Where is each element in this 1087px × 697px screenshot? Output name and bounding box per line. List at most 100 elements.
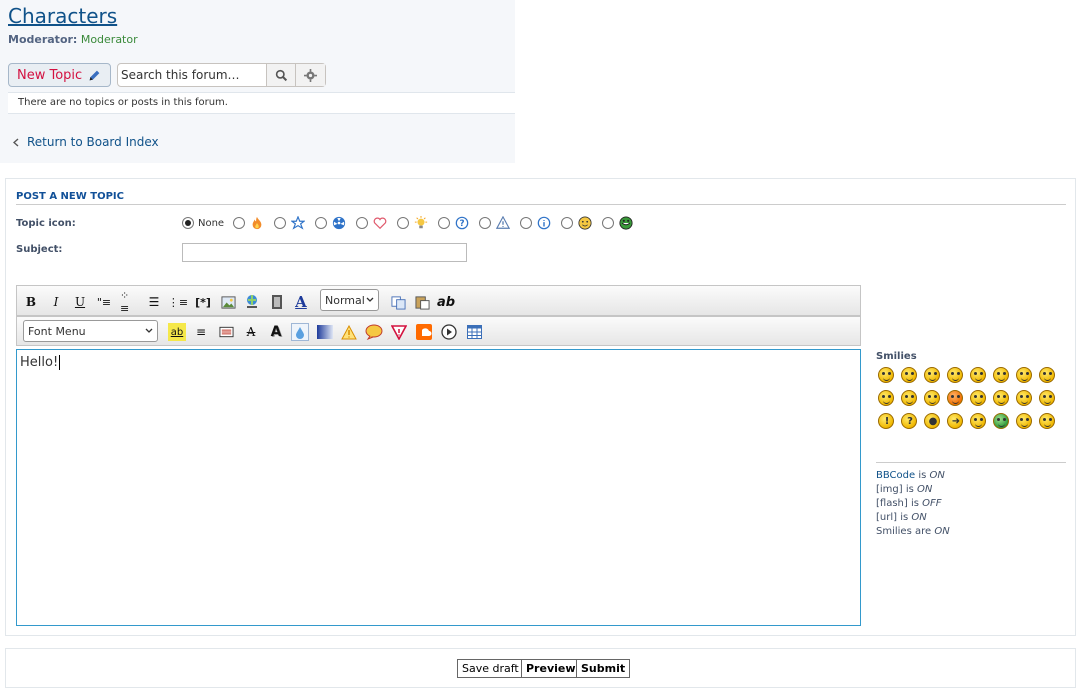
smiley-eek[interactable] bbox=[993, 367, 1009, 383]
topic-icon-radio[interactable] bbox=[233, 217, 246, 229]
moderator-link[interactable]: Moderator bbox=[81, 33, 138, 46]
forum-title[interactable]: Characters bbox=[8, 4, 117, 28]
smilies-label: Smilies are bbox=[876, 526, 932, 537]
topic-icon-radio[interactable] bbox=[602, 217, 615, 229]
smiley-neutral-2[interactable] bbox=[970, 413, 986, 429]
smiley-redface[interactable] bbox=[947, 390, 963, 406]
bbcode-value: ON bbox=[929, 470, 945, 481]
spoiler-warning-icon[interactable] bbox=[340, 323, 358, 341]
search-button[interactable] bbox=[267, 64, 297, 86]
topic-icon-radio[interactable] bbox=[356, 217, 369, 229]
star-icon bbox=[290, 215, 306, 231]
smilies-divider bbox=[876, 462, 1066, 463]
smiley-lol[interactable] bbox=[878, 390, 894, 406]
font-size-value: Normal bbox=[325, 293, 365, 307]
nsfw-warning-icon[interactable] bbox=[390, 323, 408, 341]
forum-header: Characters Moderator: Moderator New Topi… bbox=[0, 0, 515, 163]
empty-forum-notice: There are no topics or posts in this for… bbox=[8, 92, 515, 114]
image-icon[interactable] bbox=[219, 293, 237, 311]
smiley-rolleyes[interactable] bbox=[1039, 390, 1055, 406]
topic-icon-radio[interactable] bbox=[438, 217, 451, 229]
chevron-down-icon bbox=[145, 328, 153, 333]
save-draft-button[interactable]: Save draft bbox=[457, 659, 524, 678]
smiley-geek[interactable] bbox=[1016, 413, 1032, 429]
smiley-twisted[interactable] bbox=[1016, 390, 1032, 406]
smiley-idea[interactable]: ● bbox=[924, 413, 940, 429]
topic-icon-radio[interactable] bbox=[315, 217, 328, 229]
bullet-list-icon[interactable]: ☰ bbox=[145, 293, 163, 311]
search-input[interactable]: Search this forum… bbox=[118, 64, 268, 86]
smiley-smile[interactable] bbox=[901, 367, 917, 383]
underline-icon[interactable]: U bbox=[71, 293, 89, 311]
new-topic-button[interactable]: New Topic bbox=[8, 63, 111, 87]
bold-icon[interactable]: B bbox=[22, 293, 40, 311]
topic-icon-radio[interactable] bbox=[274, 217, 287, 229]
smiley-evil[interactable] bbox=[993, 390, 1009, 406]
flash-label: [flash] is bbox=[876, 498, 919, 509]
topic-icon-label: Topic icon: bbox=[16, 218, 76, 229]
bbcode-status-line: BBCode is ON bbox=[876, 469, 950, 483]
smiley-cry[interactable] bbox=[970, 390, 986, 406]
smiley-arrow[interactable]: ➜ bbox=[947, 413, 963, 429]
topic-icon-radio[interactable] bbox=[520, 217, 533, 229]
topic-icon-radio[interactable] bbox=[561, 217, 574, 229]
topic-icon-radio[interactable] bbox=[479, 217, 492, 229]
radioactive-icon bbox=[331, 215, 347, 231]
topic-icon-options: None ? bbox=[182, 215, 639, 231]
align-center-icon[interactable]: ≡ bbox=[192, 323, 210, 341]
shadow-text-icon[interactable]: A bbox=[267, 323, 285, 341]
soundcloud-icon[interactable] bbox=[415, 323, 433, 341]
highlight-icon[interactable]: ab bbox=[168, 323, 186, 341]
font-menu-value: Font Menu bbox=[28, 324, 86, 338]
message-text: Hello! bbox=[20, 355, 59, 370]
paste-icon[interactable] bbox=[413, 293, 431, 311]
link-icon[interactable] bbox=[243, 293, 261, 311]
smiley-mrgreen[interactable] bbox=[993, 413, 1009, 429]
smiley-confused[interactable] bbox=[1016, 367, 1032, 383]
text-cursor bbox=[59, 355, 61, 370]
smiley-ugeek[interactable] bbox=[1039, 413, 1055, 429]
submit-button[interactable]: Submit bbox=[576, 659, 631, 678]
copy-icon[interactable] bbox=[389, 293, 407, 311]
code-icon[interactable]: ⁘≡ bbox=[120, 289, 138, 315]
gear-icon bbox=[304, 68, 318, 82]
strikethrough-icon[interactable]: A bbox=[242, 323, 260, 341]
smiley-icon bbox=[577, 215, 593, 231]
moderator-label: Moderator: bbox=[8, 33, 78, 46]
smiley-surprised[interactable] bbox=[970, 367, 986, 383]
italic-icon[interactable]: I bbox=[47, 293, 65, 311]
topic-icon-radio-none[interactable] bbox=[182, 217, 194, 229]
advanced-search-button[interactable] bbox=[296, 64, 325, 86]
font-size-select[interactable]: Normal bbox=[320, 289, 379, 311]
subject-input[interactable] bbox=[182, 243, 467, 262]
smiley-biggrin[interactable] bbox=[878, 367, 894, 383]
table-icon[interactable] bbox=[465, 323, 483, 341]
topic-icon-none-label: None bbox=[198, 217, 225, 229]
topic-icon-radio[interactable] bbox=[397, 217, 410, 229]
numbered-list-icon[interactable]: ⋮≡ bbox=[168, 293, 188, 311]
bbcode-link[interactable]: BBCode bbox=[876, 470, 915, 481]
smiley-question[interactable]: ? bbox=[901, 413, 917, 429]
smiley-neutral[interactable] bbox=[947, 367, 963, 383]
bbcode-is: is bbox=[918, 470, 927, 481]
font-color-icon[interactable]: A bbox=[292, 293, 310, 311]
font-menu-select[interactable]: Font Menu bbox=[23, 320, 158, 342]
smiley-razz[interactable] bbox=[924, 390, 940, 406]
play-icon[interactable] bbox=[440, 323, 458, 341]
message-textarea[interactable]: Hello! bbox=[16, 349, 861, 626]
spellcheck-icon[interactable]: ab bbox=[437, 293, 455, 311]
speech-bubble-icon[interactable] bbox=[365, 323, 383, 341]
smiley-mad[interactable] bbox=[901, 390, 917, 406]
return-to-index-link[interactable]: Return to Board Index bbox=[13, 135, 159, 149]
preview-button[interactable]: Preview bbox=[521, 659, 581, 678]
marquee-icon[interactable] bbox=[217, 323, 235, 341]
list-item-icon[interactable]: [*] bbox=[194, 293, 212, 311]
drop-icon[interactable] bbox=[291, 323, 309, 341]
gradient-icon[interactable] bbox=[316, 323, 334, 341]
quote-icon[interactable]: "≡ bbox=[95, 293, 113, 311]
url-value: ON bbox=[911, 512, 927, 523]
smiley-cool[interactable] bbox=[1039, 367, 1055, 383]
flash-icon[interactable] bbox=[268, 293, 286, 311]
smiley-exclaim[interactable]: ! bbox=[878, 413, 894, 429]
smiley-wink[interactable] bbox=[924, 367, 940, 383]
